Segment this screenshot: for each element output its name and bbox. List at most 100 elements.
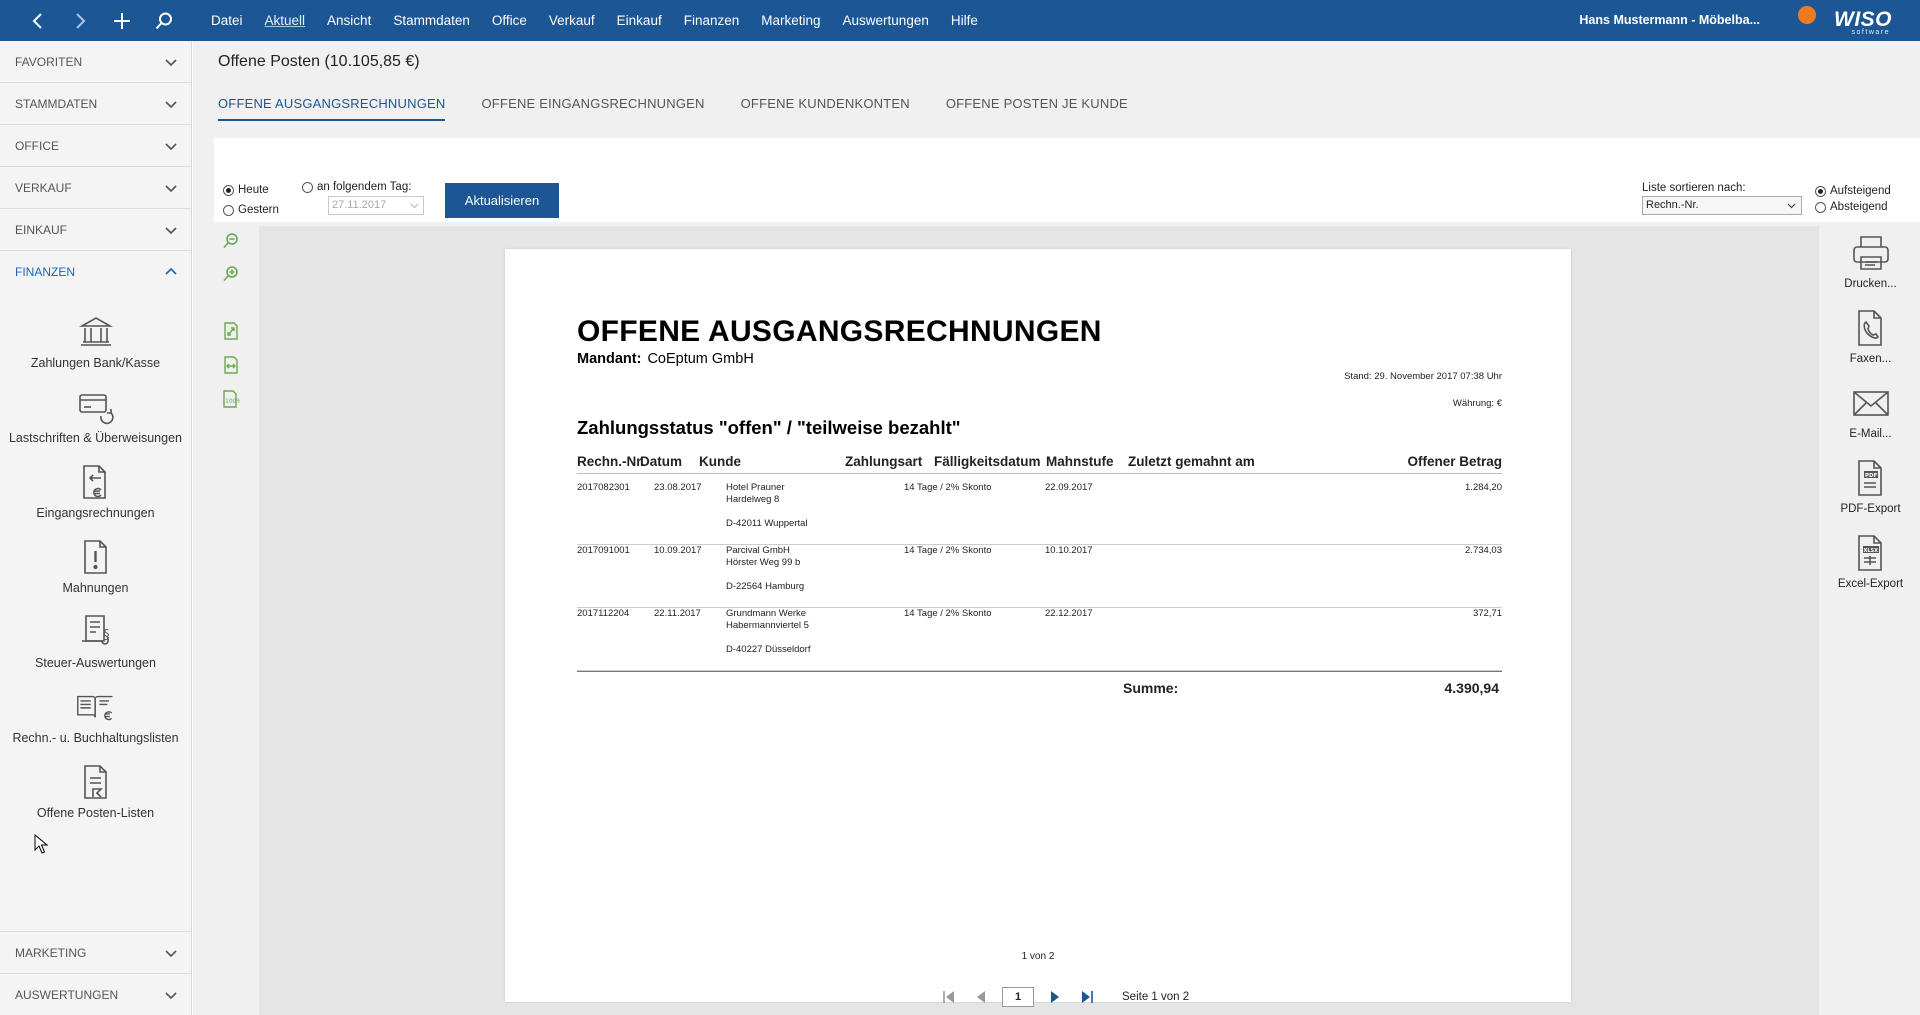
- radio-absteigend[interactable]: Absteigend: [1815, 201, 1888, 213]
- svg-text:§: §: [103, 628, 110, 643]
- tab-2[interactable]: OFFENE EINGANGSRECHNUNGEN: [481, 96, 704, 121]
- sidebar-section-office[interactable]: OFFICE: [0, 125, 191, 167]
- radio-button[interactable]: [223, 204, 234, 216]
- sidebar-item-steuer[interactable]: § Steuer-Auswertungen: [0, 601, 191, 676]
- chevron-down-icon: [165, 949, 177, 957]
- fax-button[interactable]: Faxen...: [1823, 306, 1918, 365]
- table-row[interactable]: 2017112204 22.11.2017 Grundmann Werke Haber…: [577, 608, 1502, 671]
- sidebar-item-buchhaltungslisten[interactable]: Rechn.- u. Buchhaltungslisten: [0, 676, 191, 751]
- fax-icon: [1849, 306, 1893, 350]
- sidebar-section-stammdaten[interactable]: STAMMDATEN: [0, 83, 191, 125]
- pdf-export-button[interactable]: PDF PDF-Export: [1823, 456, 1918, 515]
- search-icon[interactable]: [146, 3, 182, 39]
- sidebar-item-label: Mahnungen: [62, 581, 129, 595]
- column-header[interactable]: Datum: [640, 454, 682, 469]
- sidebar-item-eingangsrechnungen[interactable]: Eingangsrechnungen: [0, 451, 191, 526]
- add-icon[interactable]: [104, 3, 140, 39]
- column-header[interactable]: Fälligkeitsdatum: [934, 454, 1041, 469]
- forward-icon[interactable]: [62, 3, 98, 39]
- chevron-down-icon: [165, 142, 177, 150]
- radio-button-checked[interactable]: [223, 184, 234, 196]
- radio-aufsteigend[interactable]: Aufsteigend: [1815, 185, 1891, 197]
- aktualisieren-button[interactable]: Aktualisieren: [445, 183, 559, 218]
- menu-item-einkauf[interactable]: Einkauf: [606, 0, 673, 41]
- zoom-100-icon[interactable]: 100%: [221, 389, 241, 409]
- report-page: OFFENE AUSGANGSRECHNUNGEN Mandant: CoEptu…: [505, 249, 1571, 1002]
- sidebar-section-label: FINANZEN: [15, 265, 75, 279]
- column-header[interactable]: Zuletzt gemahnt am: [1128, 454, 1255, 469]
- svg-text:100%: 100%: [225, 398, 240, 405]
- print-button[interactable]: Drucken...: [1823, 231, 1918, 290]
- cell-offener-betrag: 372,71: [1472, 608, 1502, 619]
- fit-page-icon[interactable]: [221, 321, 241, 341]
- menu-item-hilfe[interactable]: Hilfe: [940, 0, 989, 41]
- email-button[interactable]: E-Mail...: [1823, 381, 1918, 440]
- menu-item-marketing[interactable]: Marketing: [750, 0, 831, 41]
- cell-datum: 23.08.2017: [654, 482, 702, 493]
- sidebar-item-label: Eingangsrechnungen: [36, 506, 155, 520]
- sidebar-item-offene-posten[interactable]: Offene Posten-Listen: [0, 751, 191, 826]
- radio-button[interactable]: [302, 181, 313, 193]
- menu-item-datei[interactable]: Datei: [200, 0, 254, 41]
- action-label: E-Mail...: [1849, 428, 1892, 440]
- sidebar-section-finanzen[interactable]: FINANZEN: [0, 251, 191, 293]
- user-name[interactable]: Hans Mustermann - Möbelba...: [1579, 0, 1760, 41]
- report-preview[interactable]: OFFENE AUSGANGSRECHNUNGEN Mandant: CoEptu…: [259, 226, 1819, 1015]
- sidebar-sections-top: FAVORITEN STAMMDATEN OFFICE VERKAUF EINKAUF: [0, 41, 191, 251]
- fit-width-icon[interactable]: [221, 355, 241, 375]
- sidebar-section-verkauf[interactable]: VERKAUF: [0, 167, 191, 209]
- sidebar-item-mahnungen[interactable]: Mahnungen: [0, 526, 191, 601]
- back-icon[interactable]: [20, 3, 56, 39]
- radio-folgender-tag[interactable]: an folgendem Tag:: [302, 181, 411, 193]
- page-number-input[interactable]: 1: [1002, 987, 1034, 1007]
- sum-label: Summe:: [1123, 680, 1179, 696]
- next-page-icon[interactable]: [1044, 986, 1066, 1008]
- first-page-icon[interactable]: [938, 986, 960, 1008]
- tab-1[interactable]: OFFENE AUSGANGSRECHNUNGEN: [218, 96, 446, 121]
- sidebar-item-zahlungen[interactable]: Zahlungen Bank/Kasse: [0, 301, 191, 376]
- radio-heute[interactable]: Heute: [223, 184, 269, 196]
- date-field[interactable]: 27.11.2017: [328, 196, 424, 215]
- mandant-label: Mandant:: [577, 351, 642, 367]
- radio-button-checked[interactable]: [1815, 185, 1826, 197]
- excel-export-button[interactable]: XLSX Excel-Export: [1823, 531, 1918, 590]
- sidebar-item-lastschriften[interactable]: Lastschriften & Überweisungen: [0, 376, 191, 451]
- radio-gestern[interactable]: Gestern: [223, 204, 279, 216]
- radio-button[interactable]: [1815, 201, 1826, 213]
- zoom-in-icon[interactable]: [221, 264, 241, 284]
- open-items-list-icon: [76, 762, 116, 802]
- tab-3[interactable]: OFFENE KUNDENKONTEN: [741, 96, 910, 121]
- action-label: Drucken...: [1844, 278, 1897, 290]
- column-header[interactable]: Mahnstufe: [1046, 454, 1114, 469]
- menu-item-auswertungen[interactable]: Auswertungen: [832, 0, 940, 41]
- sidebar-item-label: Rechn.- u. Buchhaltungslisten: [12, 731, 179, 745]
- column-header[interactable]: Kunde: [699, 454, 741, 469]
- menu-item-stammdaten[interactable]: Stammdaten: [382, 0, 481, 41]
- table-row[interactable]: 2017082301 23.08.2017 Hotel Prauner Hardelw…: [577, 482, 1502, 545]
- column-header[interactable]: Offener Betrag: [1407, 454, 1502, 469]
- radio-label: Absteigend: [1830, 201, 1888, 213]
- tab-4[interactable]: OFFENE POSTEN JE KUNDE: [946, 96, 1128, 121]
- menu-item-finanzen[interactable]: Finanzen: [673, 0, 751, 41]
- prev-page-icon[interactable]: [970, 986, 992, 1008]
- sidebar-section-marketing[interactable]: MARKETING: [0, 931, 191, 973]
- sort-select[interactable]: Rechn.-Nr.: [1642, 196, 1802, 215]
- sidebar-sections-bottom: MARKETING AUSWERTUNGEN: [0, 931, 191, 1015]
- column-header[interactable]: Rechn.-Nr.: [577, 454, 645, 469]
- column-header[interactable]: Zahlungsart: [845, 454, 922, 469]
- sidebar-section-label: OFFICE: [15, 138, 59, 153]
- sidebar-section-einkauf[interactable]: EINKAUF: [0, 209, 191, 251]
- menu-item-office[interactable]: Office: [481, 0, 538, 41]
- sidebar-section-auswertungen[interactable]: AUSWERTUNGEN: [0, 973, 191, 1015]
- chevron-down-icon: [165, 100, 177, 108]
- menu-item-aktuell[interactable]: Aktuell: [254, 0, 317, 41]
- date-value: 27.11.2017: [332, 199, 387, 211]
- menu-item-verkauf[interactable]: Verkauf: [538, 0, 606, 41]
- last-page-icon[interactable]: [1076, 986, 1098, 1008]
- sidebar-section-favoriten[interactable]: FAVORITEN: [0, 41, 191, 83]
- table-row[interactable]: 2017091001 10.09.2017 Parcival GmbH Hörster…: [577, 545, 1502, 608]
- zoom-out-icon[interactable]: [221, 231, 241, 251]
- wiso-logo: WISO software: [1782, 4, 1892, 38]
- ledger-book-icon: [76, 687, 116, 727]
- menu-item-ansicht[interactable]: Ansicht: [316, 0, 382, 41]
